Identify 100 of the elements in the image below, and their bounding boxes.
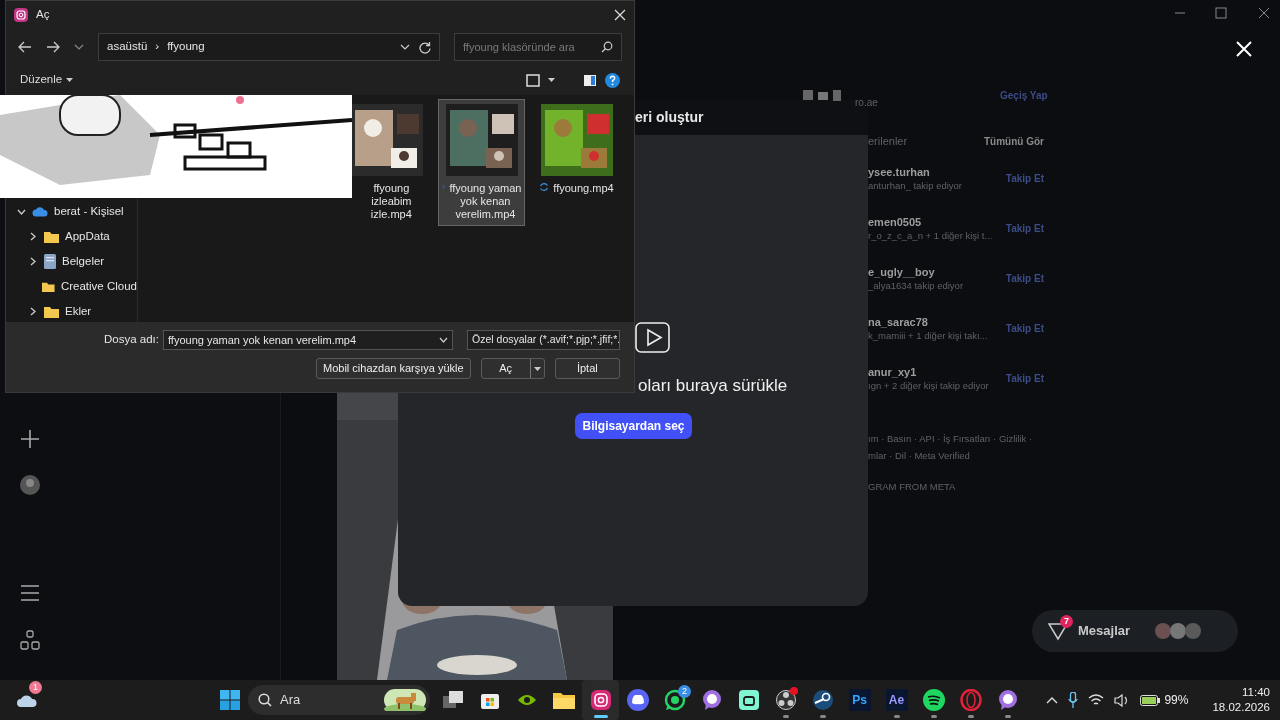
follow-info: anturhan_ takip ediyor [868,179,962,193]
plus-icon[interactable] [20,429,40,449]
windows-icon [219,690,240,710]
wifi-icon[interactable] [1088,694,1105,706]
clock-time[interactable]: 11:40 [1212,685,1270,700]
grid-icon[interactable] [20,630,40,650]
tree-item[interactable]: berat - Kişisel [6,199,137,224]
running-indicator [967,715,974,718]
account-handle: ro.ae [855,96,878,110]
section-title: erilenler [868,133,908,149]
back-icon[interactable] [18,41,32,53]
taskbar-search[interactable]: Ara [248,685,430,715]
forward-icon[interactable] [46,41,60,53]
username: emen0505 [868,215,923,229]
file-type-dropdown[interactable]: Özel dosyalar (*.avif;*.pjp;*.jfif;*. [467,330,620,350]
document-icon [44,254,56,269]
chevron-right-icon[interactable] [30,307,36,316]
cloud-icon [32,206,48,217]
follow-info: ıgn + 2 diğer kişi takip ediyor [868,379,989,393]
drop-prompt: oları buraya sürükle [638,375,788,397]
file-item[interactable]: ffyoung izleabim izle.mp4 [343,99,430,226]
menu-icon[interactable] [20,584,40,602]
window-title: Aç [36,7,51,23]
folder-icon[interactable] [552,691,575,709]
sound-waves-icon[interactable] [922,689,945,711]
clock-date[interactable]: 18.02.2026 [1212,700,1270,715]
modal-title: eri oluştur [635,108,704,127]
notification-badge: 7 [1060,614,1073,628]
windows-stack-icon[interactable] [442,691,463,709]
gamepad-icon[interactable] [626,689,649,711]
caret-icon [66,78,74,82]
tree-item[interactable]: Ekler [6,299,137,322]
chevron-down-icon[interactable] [400,44,410,50]
chevron-up-icon[interactable] [1046,696,1059,704]
file-name: ffyoung izleabim izle.mp4 [369,182,413,221]
sync-icon [441,182,446,192]
chevron-down-icon [439,337,449,343]
tree-item[interactable]: Creative Cloud [6,274,137,299]
footer-links: GRAM FROM META [868,480,956,494]
breadcrumb-item[interactable]: ffyoung [167,38,205,56]
running-indicator [1004,715,1011,718]
chevron-right-icon[interactable] [30,232,36,241]
ring-icon[interactable] [959,689,982,711]
upload-button[interactable]: Mobil cihazdan karşıya yükle [316,358,471,379]
camera-icon[interactable] [590,690,611,710]
chat-bubble-icon[interactable] [997,690,1018,710]
tv-icon[interactable] [738,690,759,710]
circles-icon[interactable] [775,690,796,710]
chevron-down-icon[interactable] [16,208,26,215]
breadcrumb-separator: › [155,39,160,55]
see-all-link[interactable]: Tümünü Gör [984,133,1044,149]
search-icon [258,693,272,707]
view-icon[interactable] [526,73,540,87]
app-tile[interactable]: Ps [848,689,871,711]
follow-info: r_o_z_c_a_n + 1 diğer kişi t... [868,229,993,243]
notification-badge: 2 [678,685,691,698]
gear-arm-icon[interactable] [811,689,834,711]
alert-dot [790,687,798,695]
address-bar[interactable]: asaüstü › ffyoung [98,33,440,61]
app-tile[interactable]: Ae [885,689,908,711]
tree-item[interactable]: AppData [6,224,137,249]
battery-status[interactable]: 99% [1140,691,1189,709]
preview-pane-icon[interactable] [583,73,597,87]
chevron-down-icon[interactable] [74,44,84,50]
running-indicator [893,715,900,718]
messages-bar[interactable]: 7 Mesajlar [1032,610,1238,652]
organize-menu[interactable]: Düzenle [20,71,74,89]
refresh-icon[interactable] [418,40,431,54]
open-button[interactable]: Aç [480,358,545,379]
follow-info: k_mamiii + 1 diğer kişi takı... [868,329,988,343]
sync-icon [539,182,550,192]
running-indicator [930,715,937,718]
eye-icon[interactable] [516,693,537,707]
file-item[interactable]: ffyoung.mp4 [533,99,620,226]
caret-icon[interactable] [548,78,555,82]
help-icon[interactable] [605,72,620,88]
chevron-right-icon[interactable] [30,257,36,266]
search-field[interactable]: ffyoung klasöründe ara [454,33,622,61]
folder-icon [42,280,55,293]
maximize-icon[interactable] [1215,7,1227,19]
select-from-computer-button[interactable]: Bilgisayardan seç [575,413,692,439]
running-indicator [819,715,826,718]
cancel-button[interactable]: İptal [554,358,620,379]
filename-field[interactable]: ffyoung yaman yok kenan verelim.mp4 [163,330,454,350]
cloud-icon [16,693,38,708]
chat-bubble-icon[interactable] [701,690,722,710]
running-indicator [593,715,608,718]
tree-item[interactable]: Belgeler [6,249,137,274]
username: e_ugly__boy [868,265,936,279]
username: na_sarac78 [868,315,929,329]
microphone-icon[interactable] [1068,692,1079,708]
folder-icon [44,305,59,318]
breadcrumb-item[interactable]: asaüstü [107,38,148,56]
battery-icon [1140,694,1161,706]
footer-links: mlar · Dil · Meta Verified [868,449,970,463]
caret-icon[interactable] [533,366,541,371]
messages-label: Mesajlar [1078,622,1131,641]
phone-icon[interactable] [663,689,686,711]
camera-icon [14,8,28,22]
file-item[interactable]: ffyoung yaman yok kenan verelim.mp4 [438,99,525,226]
